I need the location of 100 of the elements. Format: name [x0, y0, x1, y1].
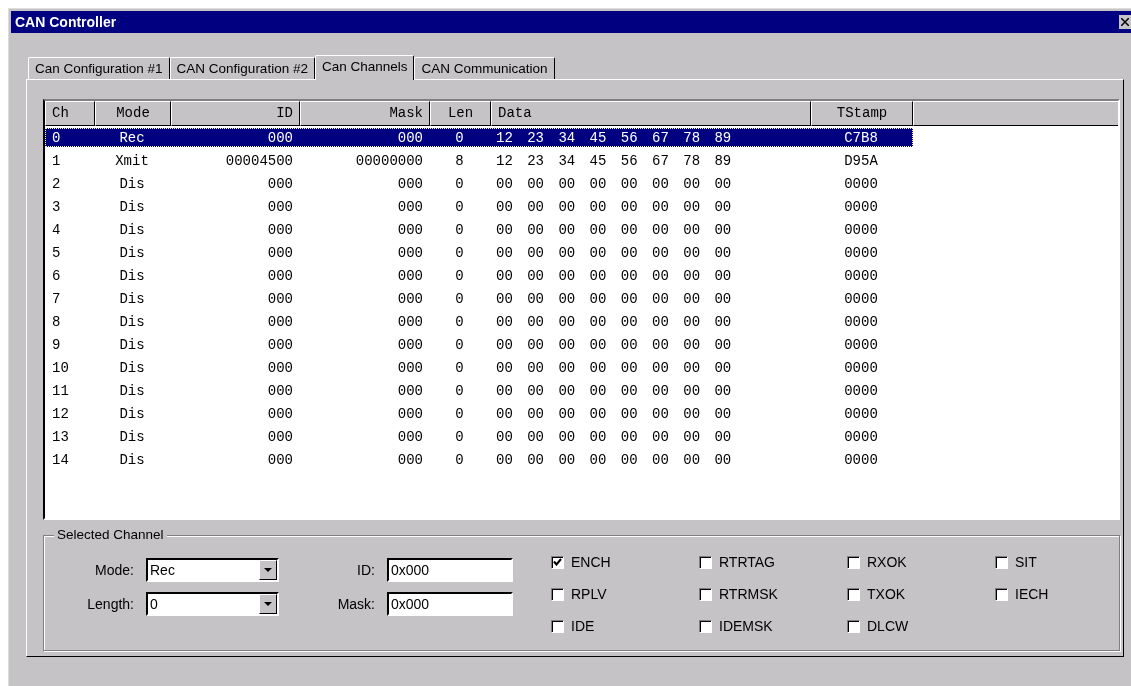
table-row[interactable]: 6 Dis 000 000 0 00 00 00 00 00 00 00 00 0000	[45, 266, 913, 285]
table-cell-text: 000	[396, 267, 424, 284]
checkbox[interactable]: DLCW	[847, 616, 995, 636]
checkbox[interactable]: ENCH	[551, 552, 699, 572]
dropdown-button[interactable]	[259, 560, 277, 580]
dropdown-button[interactable]	[259, 594, 277, 614]
table-cell-text: 00 00 00 00 00 00 00 00	[495, 313, 733, 330]
table-cell-text: 00 00 00 00 00 00 00 00	[495, 198, 733, 215]
table-cell-text: 00 00 00 00 00 00 00 00	[495, 221, 733, 238]
field-label: ID:	[356, 562, 375, 578]
caret-icon	[264, 601, 272, 607]
id-field[interactable]: 0x000	[387, 558, 513, 582]
table-cell-text: 000	[266, 382, 294, 399]
tab[interactable]: Can Channels	[314, 55, 415, 80]
table-cell-text: 0000	[843, 336, 879, 353]
table-cell-text: 0	[454, 129, 465, 146]
tab[interactable]: CAN Configuration #2	[169, 57, 315, 79]
selected-row[interactable]: 0 Rec 000 000 0 12 23 34 45 56 67 78 89 C7B8	[45, 128, 913, 147]
table-cell-text: 000	[396, 428, 424, 445]
mask-field[interactable]: 0x000	[387, 592, 513, 616]
table-cell-text: 12 23 34 45 56 67 78 89	[495, 152, 733, 169]
table-cell-text: 0	[454, 336, 465, 353]
table-cell-text: 6	[51, 267, 62, 284]
table-row[interactable]: 7 Dis 000 000 0 00 00 00 00 00 00 00 00 0000	[45, 289, 913, 308]
field-label: Length:	[86, 596, 134, 612]
table-row[interactable]: 12 Dis 000 000 0 00 00 00 00 00 00 00 00 0000	[45, 404, 913, 423]
table-cell-text: 00 00 00 00 00 00 00 00	[495, 451, 733, 468]
table-cell-text: 2	[51, 175, 62, 192]
table-cell-text: 0000	[843, 221, 879, 238]
table-cell-text: 00 00 00 00 00 00 00 00	[495, 359, 733, 376]
table-row[interactable]: 5 Dis 000 000 0 00 00 00 00 00 00 00 00 0000	[45, 243, 913, 262]
table-row[interactable]: 11 Dis 000 000 0 00 00 00 00 00 00 00 00 0000	[45, 381, 913, 400]
table-cell-text: 0000	[843, 428, 879, 445]
checkbox[interactable]: RTRMSK	[699, 584, 847, 604]
checkbox[interactable]: IDE	[551, 616, 699, 636]
table-row[interactable]: 3 Dis 000 000 0 00 00 00 00 00 00 00 00 0000	[45, 197, 913, 216]
table-cell-text: 0	[454, 428, 465, 445]
table-cell-text: 000	[266, 359, 294, 376]
column-header[interactable]: Mask	[300, 101, 430, 126]
window-title: CAN Controller	[14, 14, 117, 30]
checkbox[interactable]: IDEMSK	[699, 616, 847, 636]
column-header[interactable]: Mode	[95, 101, 171, 126]
column-header[interactable]: Len	[430, 101, 491, 126]
checkbox[interactable]: TXOK	[847, 584, 995, 604]
table-cell-text: 00 00 00 00 00 00 00 00	[495, 244, 733, 261]
column-header[interactable]: TStamp	[811, 101, 913, 126]
table-cell-text: 00 00 00 00 00 00 00 00	[495, 428, 733, 445]
column-header[interactable]: ID	[171, 101, 300, 126]
table-row[interactable]: 14 Dis 000 000 0 00 00 00 00 00 00 00 00 0000	[45, 450, 913, 469]
table-row[interactable]: 10 Dis 000 000 0 00 00 00 00 00 00 00 00 0000	[45, 358, 913, 377]
table-cell-text: 0	[454, 405, 465, 422]
table-row[interactable]: 13 Dis 000 000 0 00 00 00 00 00 00 00 00 0000	[45, 427, 913, 446]
table-row[interactable]: 1 Xmit 00004500 00000000 8 12 23 34 45 56 67 78 89 D95A	[45, 151, 913, 170]
table-cell-text: Dis	[118, 359, 146, 376]
table-cell-text: Xmit	[114, 152, 150, 169]
table-cell-text: 000	[396, 175, 424, 192]
table-cell-text: 0000	[843, 405, 879, 422]
table-cell-text: 0000	[843, 359, 879, 376]
table-row[interactable]: 2 Dis 000 000 0 00 00 00 00 00 00 00 00 0000	[45, 174, 913, 193]
table-cell-text: Rec	[118, 129, 146, 146]
table-cell-text: 0000	[843, 451, 879, 468]
table-cell-text: 00 00 00 00 00 00 00 00	[495, 290, 733, 307]
table-cell-text: 000	[396, 221, 424, 238]
table-cell-text: 000	[266, 313, 294, 330]
table-cell-text: 00 00 00 00 00 00 00 00	[495, 336, 733, 353]
table-cell-text: 0	[454, 451, 465, 468]
table-cell-text: 000	[266, 267, 294, 284]
caret-icon	[264, 567, 272, 573]
table-cell-text: 000	[396, 244, 424, 261]
column-header[interactable]: Data	[491, 101, 811, 126]
table-cell-text: 12	[51, 405, 70, 422]
table-cell-text: Dis	[118, 451, 146, 468]
table-row[interactable]: 4 Dis 000 000 0 00 00 00 00 00 00 00 00 0000	[45, 220, 913, 239]
table-cell-text: 0	[454, 175, 465, 192]
close-button[interactable]	[1119, 15, 1131, 29]
table-cell-text: Dis	[118, 198, 146, 215]
table-cell-text: 1	[51, 152, 62, 169]
checkbox[interactable]: RPLV	[551, 584, 699, 604]
mode-dropdown[interactable]: Rec	[146, 558, 279, 582]
tab[interactable]: Can Configuration #1	[28, 57, 170, 79]
table-cell-text: 000	[266, 129, 294, 146]
column-header[interactable]: Ch	[45, 101, 95, 126]
table-cell-text: 0	[454, 290, 465, 307]
checkbox[interactable]: SIT	[995, 552, 1131, 572]
table-cell-text: 000	[266, 198, 294, 215]
field-label: Mask:	[336, 596, 375, 612]
table-cell-text: Dis	[118, 405, 146, 422]
table-cell-text: Dis	[118, 267, 146, 284]
table-cell-text: 0	[454, 382, 465, 399]
table-cell-text: Dis	[118, 244, 146, 261]
table-cell-text: 12 23 34 45 56 67 78 89	[495, 129, 733, 146]
checkbox[interactable]: RXOK	[847, 552, 995, 572]
table-cell-text: 0	[51, 129, 62, 146]
table-row[interactable]: 8 Dis 000 000 0 00 00 00 00 00 00 00 00 0000	[45, 312, 913, 331]
checkbox[interactable]: IECH	[995, 584, 1131, 604]
length-dropdown[interactable]: 0	[146, 592, 279, 616]
table-row[interactable]: 9 Dis 000 000 0 00 00 00 00 00 00 00 00 0000	[45, 335, 913, 354]
table-cell-text: Dis	[118, 313, 146, 330]
checkbox[interactable]: RTRTAG	[699, 552, 847, 572]
tab[interactable]: CAN Communication	[414, 57, 555, 79]
